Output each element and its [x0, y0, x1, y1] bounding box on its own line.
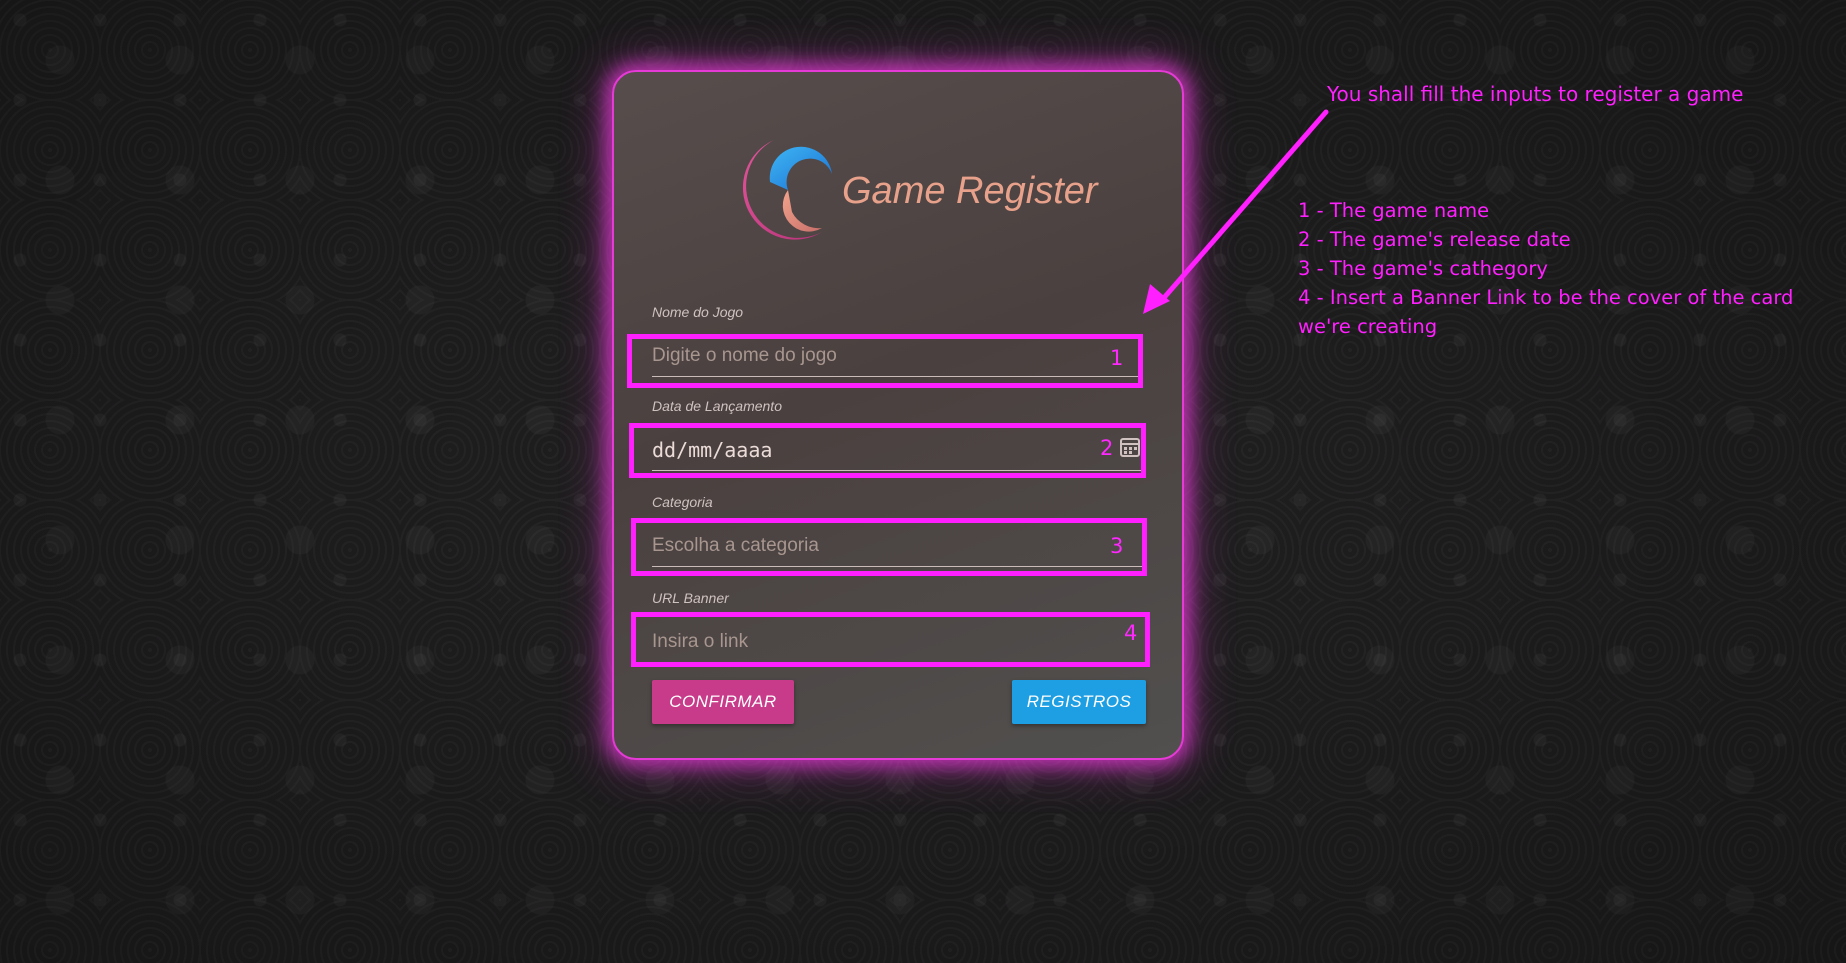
- marker-4: 4: [1124, 621, 1138, 645]
- game-name-label: Nome do Jogo: [652, 304, 744, 320]
- annotation-headline: You shall fill the inputs to register a …: [1327, 82, 1744, 106]
- category-label: Categoria: [652, 494, 713, 510]
- annotation-item: 1 - The game name: [1298, 199, 1490, 222]
- marker-2: 2: [1100, 436, 1114, 460]
- highlight-box-2: [629, 423, 1146, 478]
- app-title: Game Register: [842, 170, 1098, 212]
- release-date-label: Data de Lançamento: [652, 398, 782, 414]
- annotation-item: 2 - The game's release date: [1298, 228, 1571, 251]
- annotation-item: 3 - The game's cathegory: [1298, 257, 1548, 280]
- highlight-box-3: [631, 518, 1147, 576]
- marker-3: 3: [1110, 534, 1124, 558]
- banner-url-label: URL Banner: [652, 590, 729, 606]
- app-logo: Game Register: [722, 132, 1102, 252]
- annotation-list: 1 - The game name 2 - The game's release…: [1298, 196, 1838, 341]
- marker-1: 1: [1110, 346, 1124, 370]
- confirm-button[interactable]: CONFIRMAR: [652, 680, 794, 724]
- records-button[interactable]: REGISTROS: [1012, 680, 1146, 724]
- annotation-item: 4 - Insert a Banner Link to be the cover…: [1298, 286, 1794, 309]
- crescent-logo-icon: [742, 140, 832, 240]
- highlight-box-1: [627, 334, 1143, 388]
- annotation-item: we're creating: [1298, 315, 1438, 338]
- highlight-box-4: [631, 612, 1150, 667]
